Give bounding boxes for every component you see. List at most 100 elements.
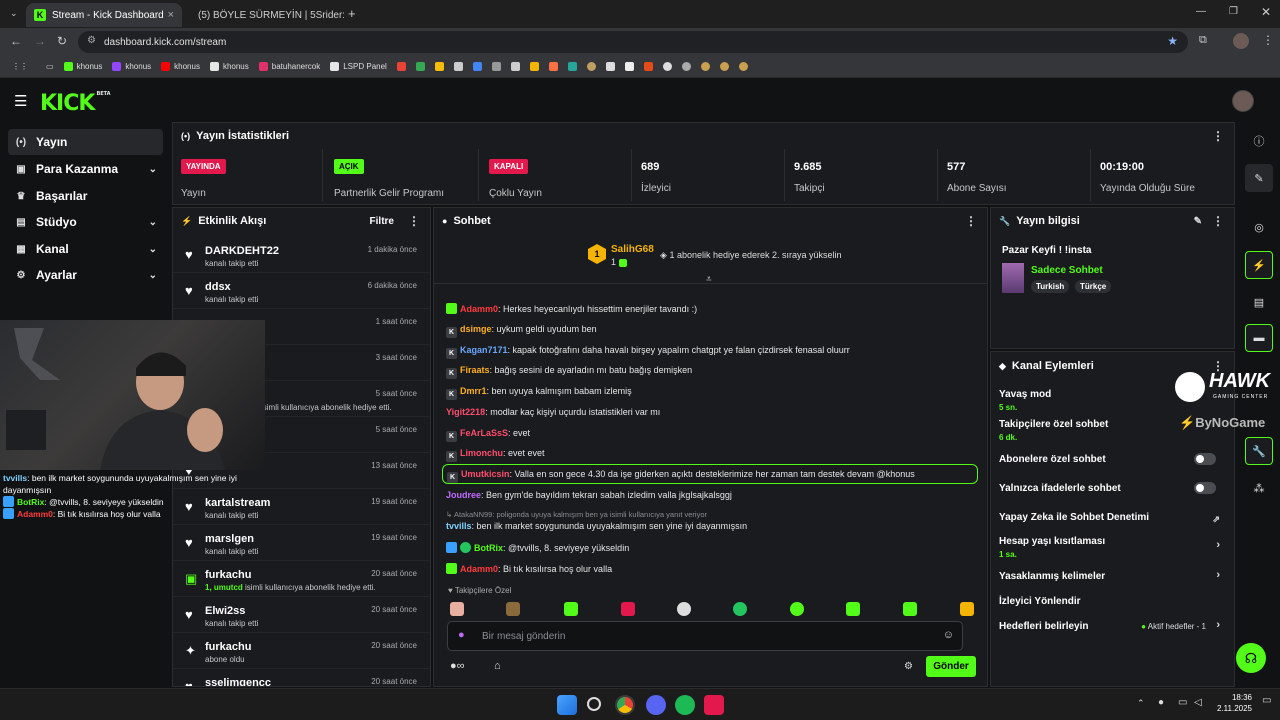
kick-logo[interactable]: KICK BETA <box>40 91 111 116</box>
chat-username[interactable]: Adamm0 <box>460 564 498 574</box>
activity-item[interactable]: ♥ marslgen kanalı takip etti 19 saat önce <box>173 526 429 561</box>
chat-username[interactable]: Joudree <box>446 490 481 500</box>
activity-item[interactable]: ♥ DARKDEHT22 kanalı takip etti 1 dakika önc… <box>173 238 429 273</box>
bookmark-kick[interactable]: khonus <box>60 62 107 71</box>
bookmark-icon-16[interactable] <box>678 62 695 71</box>
emote-icon[interactable] <box>450 602 464 616</box>
chat-scrollbar[interactable] <box>987 563 988 577</box>
chat-username[interactable]: Adamm0 <box>460 304 498 314</box>
restore-icon[interactable]: ❐ <box>1229 6 1238 17</box>
bookmark-twitch[interactable]: khonus <box>108 62 155 71</box>
volume-icon[interactable]: ◁ <box>1194 697 1202 708</box>
bookmark-youtube[interactable]: khonus <box>157 62 204 71</box>
back-icon[interactable]: ← <box>10 34 22 48</box>
lightning-icon[interactable]: ⚡ <box>1245 251 1273 279</box>
emote-icon[interactable] <box>960 602 974 616</box>
discord-icon[interactable] <box>646 695 666 715</box>
chat-username[interactable]: Yigit2218 <box>446 407 485 417</box>
bookmark-icon-13[interactable] <box>621 62 638 71</box>
more-options-icon[interactable]: ⋮ <box>965 214 977 228</box>
tab-kick-dashboard[interactable]: K Stream - Kick Dashboard × <box>26 3 182 27</box>
apps-icon[interactable]: ⋮⋮ <box>8 62 32 71</box>
collapse-icon[interactable]: ⩡ <box>706 274 712 285</box>
focus-icon[interactable]: ◎ <box>1245 213 1273 241</box>
sidebar-item-kanal[interactable]: ▦ Kanal ⌄ <box>8 236 163 262</box>
bookmark-icon-2[interactable] <box>412 62 429 71</box>
sidebar-item-ayarlar[interactable]: ⚙ Ayarlar ⌄ <box>8 262 163 288</box>
new-tab-icon[interactable]: + <box>348 6 356 21</box>
category-name[interactable]: Sadece Sohbet <box>1031 265 1103 276</box>
activity-item[interactable]: ♥ ddsx kanalı takip etti 6 dakika önce <box>173 274 429 309</box>
site-info-icon[interactable]: ⚙ <box>87 35 96 46</box>
extensions-icon[interactable]: ⧉ <box>1199 34 1207 47</box>
bookmark-icon-14[interactable] <box>640 62 657 71</box>
bookmark-icon-5[interactable] <box>469 62 486 71</box>
send-button[interactable]: Gönder <box>926 656 976 677</box>
chat-input[interactable]: ● Bir mesaj gönderin ☺ <box>447 621 963 651</box>
wrench-icon[interactable]: 🔧 <box>1245 437 1273 465</box>
user-avatar[interactable] <box>1232 90 1254 112</box>
chat-username[interactable]: FeArLaSsS <box>460 428 508 438</box>
chrome-icon[interactable] <box>615 695 635 715</box>
chat-username[interactable]: Limonchu <box>460 448 503 458</box>
share-icon[interactable]: ⁂ <box>1245 474 1273 502</box>
emote-icon[interactable] <box>564 602 578 616</box>
support-headset-icon[interactable]: ☊ <box>1236 643 1266 673</box>
ai-moderation-row[interactable]: Yapay Zeka ile Sohbet Denetimi ⇗ <box>999 512 1224 524</box>
microphone-icon[interactable]: ● <box>1158 697 1164 708</box>
goals-row[interactable]: Hedefleri belirleyin ● Aktif hedefler - 1… <box>999 619 1224 632</box>
bookmark-instagram[interactable]: batuhanercok <box>255 62 324 71</box>
chat-username[interactable]: BotRix <box>474 543 503 553</box>
minimize-icon[interactable]: — <box>1196 6 1206 17</box>
bookmark-icon-1[interactable] <box>393 62 410 71</box>
menu-icon[interactable]: ⋮ <box>1262 33 1274 47</box>
emote-icon[interactable] <box>903 602 917 616</box>
chat-username[interactable]: Dmrr1 <box>460 386 487 396</box>
emote-icon[interactable] <box>677 602 691 616</box>
reload-icon[interactable]: ↻ <box>57 34 67 48</box>
sidebar-item-yayin[interactable]: (•) Yayın <box>8 129 163 155</box>
bookmark-icon-17[interactable] <box>697 62 714 71</box>
emote-icon[interactable] <box>733 602 747 616</box>
bookmark-icon-8[interactable] <box>526 62 543 71</box>
activity-item[interactable]: ▣ furkachu 1, umutcd isimli kullanıcıya ab… <box>173 562 429 597</box>
more-options-icon[interactable]: ⋮ <box>1212 129 1224 143</box>
activity-item[interactable]: ✦ furkachu abone oldu 20 saat önce <box>173 634 429 669</box>
search-icon[interactable] <box>587 697 601 711</box>
window-close-icon[interactable]: ✕ <box>1261 5 1271 19</box>
bookmark-icon-19[interactable] <box>735 62 752 71</box>
bookmark-icon-10[interactable] <box>564 62 581 71</box>
sidebar-item-studyo[interactable]: ▤ Stüdyo ⌄ <box>8 209 163 235</box>
emotes-only-toggle[interactable] <box>1194 482 1216 494</box>
close-icon[interactable]: × <box>168 9 174 21</box>
more-options-icon[interactable]: ⋮ <box>408 214 420 228</box>
bookmark-icon-11[interactable] <box>583 62 600 71</box>
pencil-icon[interactable]: ✎ <box>1245 164 1273 192</box>
emote-icon[interactable] <box>790 602 804 616</box>
microphone-icon[interactable]: ● <box>458 629 465 641</box>
loop-icon[interactable]: ●∞ <box>450 660 465 672</box>
subscribers-only-toggle[interactable] <box>1194 453 1216 465</box>
activity-item[interactable]: ♥ Elwi2ss kanalı takip etti 20 saat önce <box>173 598 429 633</box>
category-thumbnail[interactable] <box>1002 263 1024 293</box>
chat-username[interactable]: Umutkicsin <box>461 469 510 479</box>
chat-username[interactable]: Kagan7171 <box>460 345 508 355</box>
emote-icon[interactable] <box>506 602 520 616</box>
tag-chip[interactable]: Türkçe <box>1075 280 1112 293</box>
forward-icon[interactable]: → <box>34 34 46 48</box>
banned-words-row[interactable]: Yasaklanmış kelimeler › <box>999 569 1224 582</box>
spotify-icon[interactable] <box>675 695 695 715</box>
bookmark-star-icon[interactable]: ★ <box>1167 34 1178 48</box>
viewer-redirect-row[interactable]: İzleyici Yönlendir <box>999 596 1224 607</box>
tab-search-icon[interactable]: ⌄ <box>10 8 18 19</box>
folder-icon[interactable]: ▭ <box>42 62 58 71</box>
shop-icon[interactable]: ⌂ <box>494 660 501 672</box>
chat-icon[interactable]: ▬ <box>1245 324 1273 352</box>
chat-settings-icon[interactable]: ⚙ <box>904 661 913 672</box>
tray-chevron-icon[interactable]: ⌃ <box>1137 698 1145 709</box>
emoji-icon[interactable]: ☺ <box>943 629 954 641</box>
account-age-row[interactable]: Hesap yaşı kısıtlaması 1 sa. › <box>999 536 1224 559</box>
profile-avatar[interactable] <box>1233 33 1249 49</box>
filter-button[interactable]: Filtre <box>370 216 394 227</box>
tag-chip[interactable]: Turkish <box>1031 280 1070 293</box>
